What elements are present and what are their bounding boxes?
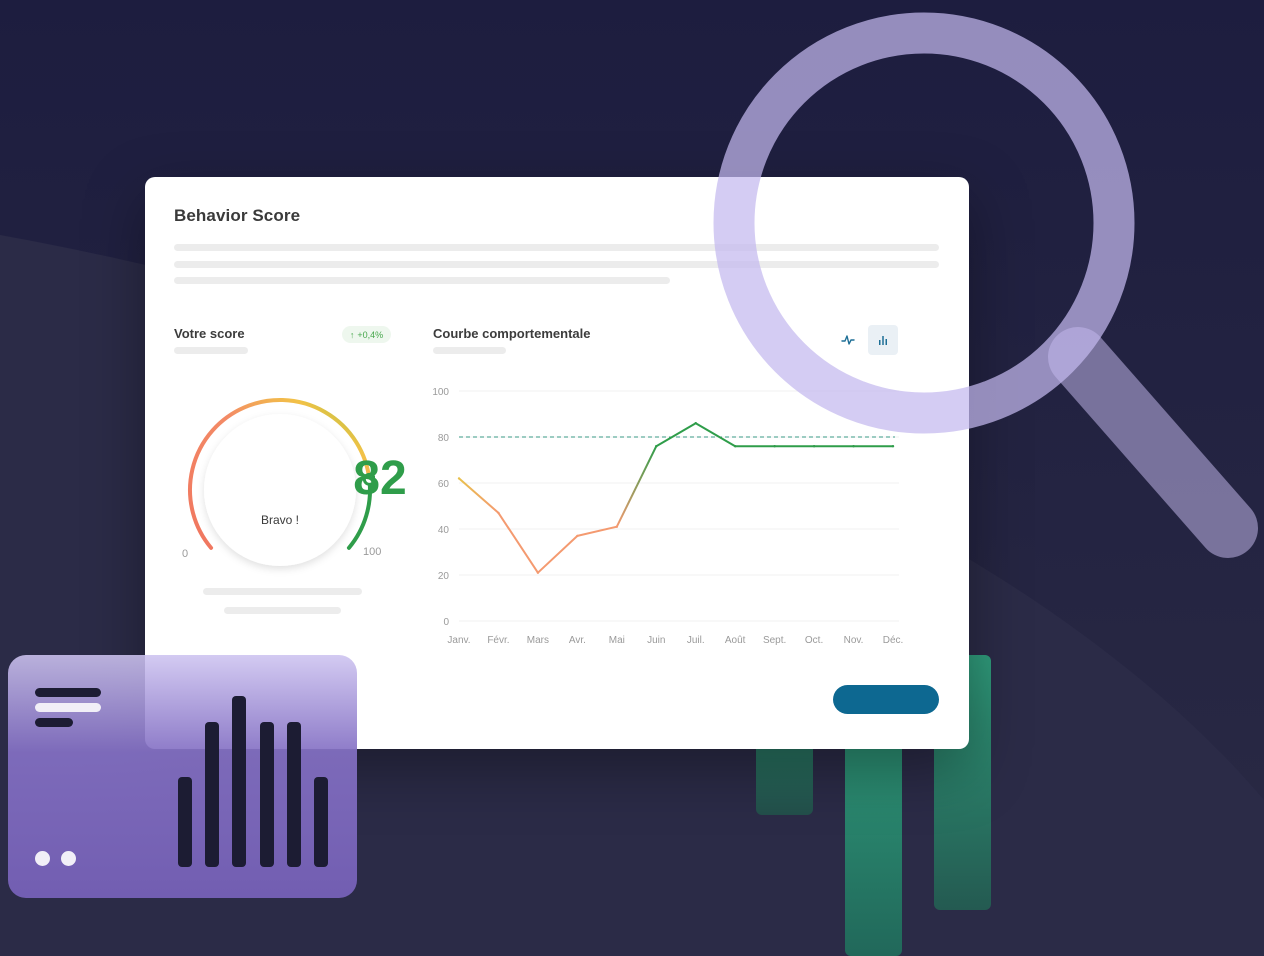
panel-dot bbox=[61, 851, 76, 866]
panel-line bbox=[35, 703, 101, 712]
panel-line bbox=[35, 718, 73, 727]
panel-line bbox=[35, 688, 101, 697]
panel-bar bbox=[314, 777, 328, 867]
panel-bar bbox=[287, 722, 301, 867]
decor-stats-panel bbox=[8, 655, 357, 898]
panel-bar bbox=[232, 696, 246, 867]
panel-bar bbox=[205, 722, 219, 867]
panel-dot bbox=[35, 851, 50, 866]
panel-bar bbox=[178, 777, 192, 867]
panel-bar bbox=[260, 722, 274, 867]
